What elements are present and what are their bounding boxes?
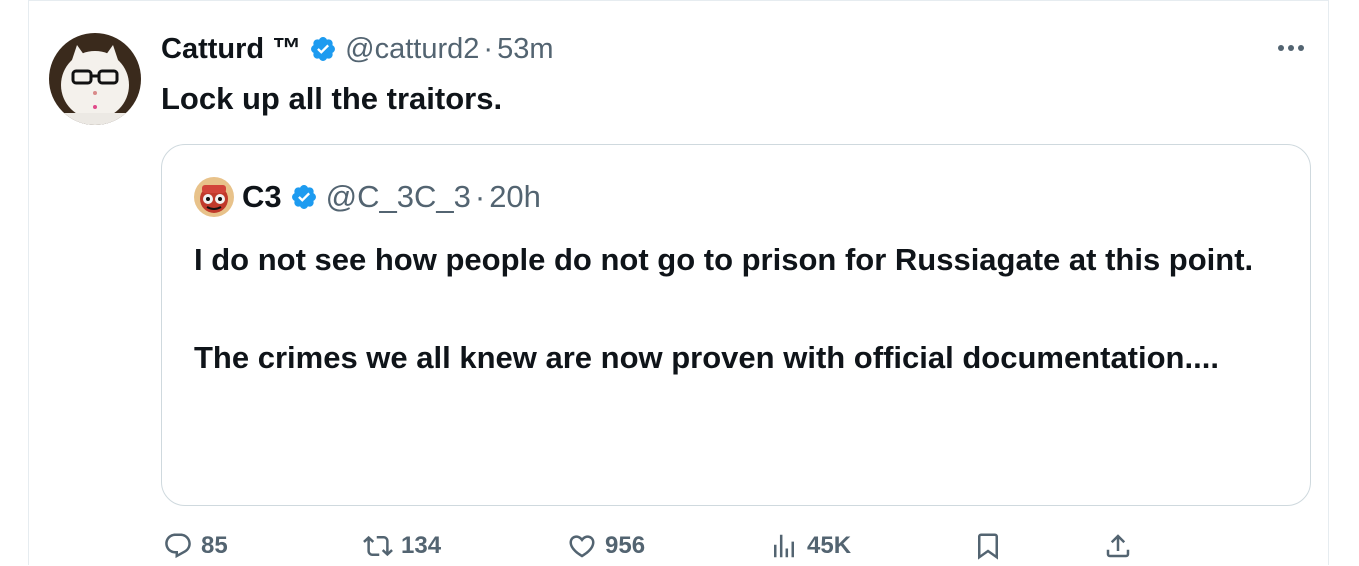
quoted-header: C3 @C_3C_3 · 20h (194, 177, 541, 217)
like-button[interactable]: 956 (567, 526, 645, 566)
views-button[interactable]: 45K (769, 526, 851, 566)
repost-count: 134 (401, 532, 442, 559)
share-upload-icon (1103, 531, 1133, 561)
reply-count: 85 (201, 532, 228, 559)
views-chart-icon (769, 531, 799, 561)
views-count: 45K (807, 532, 852, 559)
action-bar: 85 134 956 45K (29, 526, 1328, 566)
separator-dot: · (483, 32, 494, 65)
repost-button[interactable]: 134 (363, 526, 441, 566)
share-button[interactable] (1103, 526, 1133, 566)
verified-badge-icon (290, 183, 318, 211)
like-count: 956 (605, 532, 646, 559)
quoted-timestamp[interactable]: 20h (489, 179, 541, 215)
quoted-author-handle[interactable]: @C_3C_3 (326, 179, 471, 215)
reply-bubble-icon (163, 531, 193, 561)
verified-badge-icon (309, 35, 337, 63)
repost-arrows-icon (363, 531, 393, 561)
author-avatar[interactable] (49, 33, 141, 125)
tweet-text: Lock up all the traitors. (161, 81, 503, 116)
tweet-header: Catturd ™ @catturd2 · 53m (161, 29, 554, 69)
bookmark-icon (973, 531, 1003, 561)
quoted-author-name[interactable]: C3 (242, 179, 282, 215)
tweet-timestamp[interactable]: 53m (497, 33, 553, 66)
tweet-card[interactable]: Catturd ™ @catturd2 · 53m Lock up all th… (28, 0, 1329, 565)
quoted-text: I do not see how people do not go to pri… (194, 235, 1284, 382)
heart-icon (567, 531, 597, 561)
quoted-author-avatar[interactable] (194, 177, 234, 217)
bookmark-button[interactable] (973, 526, 1003, 566)
quoted-paragraph: The crimes we all knew are now proven wi… (194, 340, 1219, 375)
separator-dot: · (474, 179, 486, 214)
quoted-paragraph: I do not see how people do not go to pri… (194, 242, 1254, 277)
author-handle[interactable]: @catturd2 (345, 33, 479, 66)
quoted-tweet[interactable]: C3 @C_3C_3 · 20h I do not see how people… (161, 144, 1311, 506)
more-dots-icon[interactable] (1276, 33, 1306, 63)
author-name[interactable]: Catturd ™ (161, 33, 301, 66)
reply-button[interactable]: 85 (163, 526, 228, 566)
